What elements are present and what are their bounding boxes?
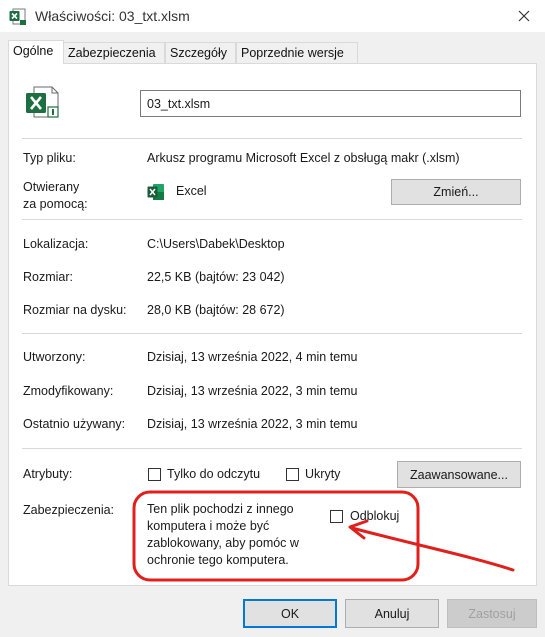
ok-button[interactable]: OK xyxy=(243,599,337,628)
cancel-button[interactable]: Anuluj xyxy=(345,599,439,628)
annotation-highlight-box xyxy=(132,490,420,582)
apply-button[interactable]: Zastosuj xyxy=(447,599,537,628)
annotation-overlay xyxy=(132,490,515,582)
annotation-arrow xyxy=(350,526,515,572)
tab-general[interactable]: Ogólne xyxy=(8,40,64,64)
